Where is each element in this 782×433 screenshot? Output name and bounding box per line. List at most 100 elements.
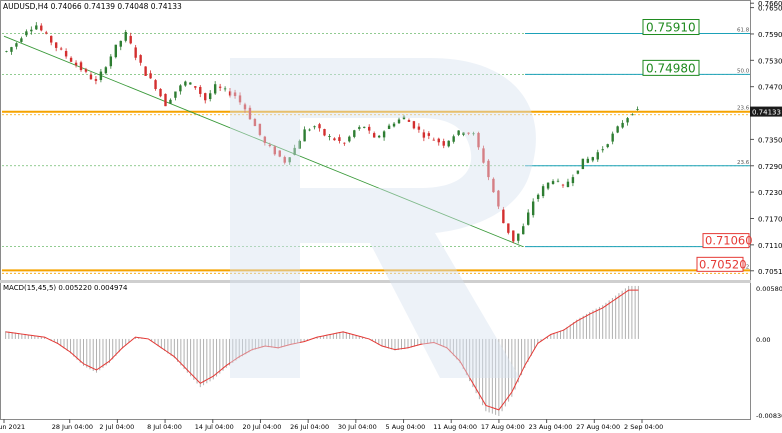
candle-body bbox=[5, 51, 8, 53]
candle-body bbox=[586, 158, 590, 163]
candle-body bbox=[298, 140, 301, 149]
candle-body bbox=[363, 126, 366, 128]
target-price-label: 0.70520 bbox=[699, 257, 747, 271]
candle-body bbox=[631, 114, 634, 116]
candle-body bbox=[209, 93, 212, 100]
candle-body bbox=[561, 184, 565, 186]
candle-body bbox=[497, 190, 500, 207]
candle-body bbox=[169, 99, 172, 104]
price-axis-label: 0.72900 bbox=[758, 163, 782, 171]
candle-body bbox=[566, 181, 570, 188]
price-axis-label: 0.71700 bbox=[758, 215, 782, 223]
candle-body bbox=[536, 194, 540, 199]
candle-body bbox=[268, 144, 272, 147]
candle-body bbox=[124, 31, 127, 41]
candle-body bbox=[427, 133, 431, 136]
candle-body bbox=[54, 42, 58, 48]
candle-body bbox=[432, 139, 435, 141]
candle-body bbox=[353, 130, 356, 137]
price-axis-label: 0.70510 bbox=[758, 268, 782, 276]
candle-body bbox=[382, 131, 386, 138]
candle-body bbox=[139, 55, 142, 63]
candle-body bbox=[487, 160, 490, 178]
candle-body bbox=[417, 126, 421, 130]
candle-body bbox=[129, 35, 132, 44]
candle-body bbox=[84, 69, 88, 72]
target-price-label: 0.75910 bbox=[646, 21, 696, 35]
candle-body bbox=[372, 133, 376, 138]
time-axis-label: 28 Jun 04:00 bbox=[52, 423, 93, 431]
candle-body bbox=[119, 40, 122, 47]
time-axis-label: 14 Jul 04:00 bbox=[195, 423, 234, 431]
candle-body bbox=[482, 148, 485, 163]
candle-body bbox=[452, 136, 455, 142]
candle-body bbox=[571, 177, 575, 184]
chart-canvas: 61.850.023.623.60.038.20.759100.749800.7… bbox=[0, 0, 782, 433]
candle-body bbox=[318, 124, 321, 129]
candle-body bbox=[591, 157, 594, 161]
candle-body bbox=[30, 29, 33, 32]
candle-body bbox=[238, 95, 242, 103]
time-axis-label: 5 Aug 04:00 bbox=[386, 423, 426, 431]
candle-body bbox=[79, 62, 83, 71]
candle-body bbox=[184, 81, 187, 86]
candle-body bbox=[368, 126, 371, 131]
candle-body bbox=[333, 138, 336, 141]
price-axis-label: 0.75900 bbox=[758, 31, 782, 39]
candle-body bbox=[576, 170, 580, 174]
candle-body bbox=[402, 116, 406, 120]
candle-body bbox=[392, 123, 396, 127]
candle-body bbox=[164, 93, 167, 107]
candle-body bbox=[308, 129, 311, 131]
candle-body bbox=[313, 126, 316, 128]
candle-body bbox=[213, 84, 217, 94]
candle-body bbox=[546, 182, 550, 189]
price-axis-label: 0.73500 bbox=[758, 136, 782, 144]
candle-body bbox=[477, 132, 480, 148]
price-axis-label: 0.72300 bbox=[758, 189, 782, 197]
candle-body bbox=[387, 125, 391, 129]
candle-body bbox=[204, 93, 207, 101]
candle-body bbox=[149, 73, 152, 79]
candle-body bbox=[517, 233, 520, 241]
candle-body bbox=[377, 135, 381, 138]
candle-body bbox=[258, 123, 262, 135]
candle-body bbox=[422, 132, 426, 138]
candle-body bbox=[199, 86, 202, 94]
time-axis-label: 22 Jun 2021 bbox=[0, 423, 25, 431]
symbol-label: AUDUSD,H4 0.74066 0.74139 0.74048 0.7413… bbox=[3, 2, 182, 11]
candle-body bbox=[10, 47, 13, 52]
macd-axis-label: 0.005804 bbox=[756, 285, 782, 293]
candle-body bbox=[407, 120, 411, 122]
candle-body bbox=[223, 88, 227, 90]
candle-body bbox=[323, 129, 326, 136]
fib-pct-label: 23.6 bbox=[737, 106, 750, 112]
time-axis-label: 2 Jul 04:00 bbox=[99, 423, 134, 431]
macd-axis-label: 0.00 bbox=[756, 336, 770, 344]
candle-body bbox=[89, 74, 93, 80]
time-axis-label: 2 Sep 04:00 bbox=[624, 423, 663, 431]
target-price-label: 0.74980 bbox=[646, 61, 696, 75]
time-axis-label: 11 Aug 04:00 bbox=[433, 423, 477, 431]
candle-body bbox=[278, 150, 281, 157]
candle-body bbox=[611, 133, 614, 142]
candle-body bbox=[507, 223, 510, 233]
candle-body bbox=[527, 212, 530, 225]
candle-body bbox=[328, 136, 331, 137]
candle-body bbox=[522, 226, 525, 235]
candle-body bbox=[472, 133, 475, 135]
candle-body bbox=[69, 57, 73, 62]
candle-body bbox=[502, 209, 505, 224]
candle-body bbox=[159, 88, 162, 97]
candle-body bbox=[338, 137, 341, 141]
price-axis-label: 0.76500 bbox=[758, 5, 782, 13]
candle-body bbox=[541, 186, 545, 197]
candle-body bbox=[15, 43, 18, 47]
time-axis-label: 8 Jul 04:00 bbox=[147, 423, 182, 431]
candle-body bbox=[596, 152, 599, 160]
candle-body bbox=[457, 130, 460, 135]
time-axis-label: 20 Jul 04:00 bbox=[242, 423, 281, 431]
candle-body bbox=[442, 141, 445, 146]
candle-body bbox=[601, 149, 604, 151]
target-price-label: 0.71060 bbox=[705, 234, 753, 248]
